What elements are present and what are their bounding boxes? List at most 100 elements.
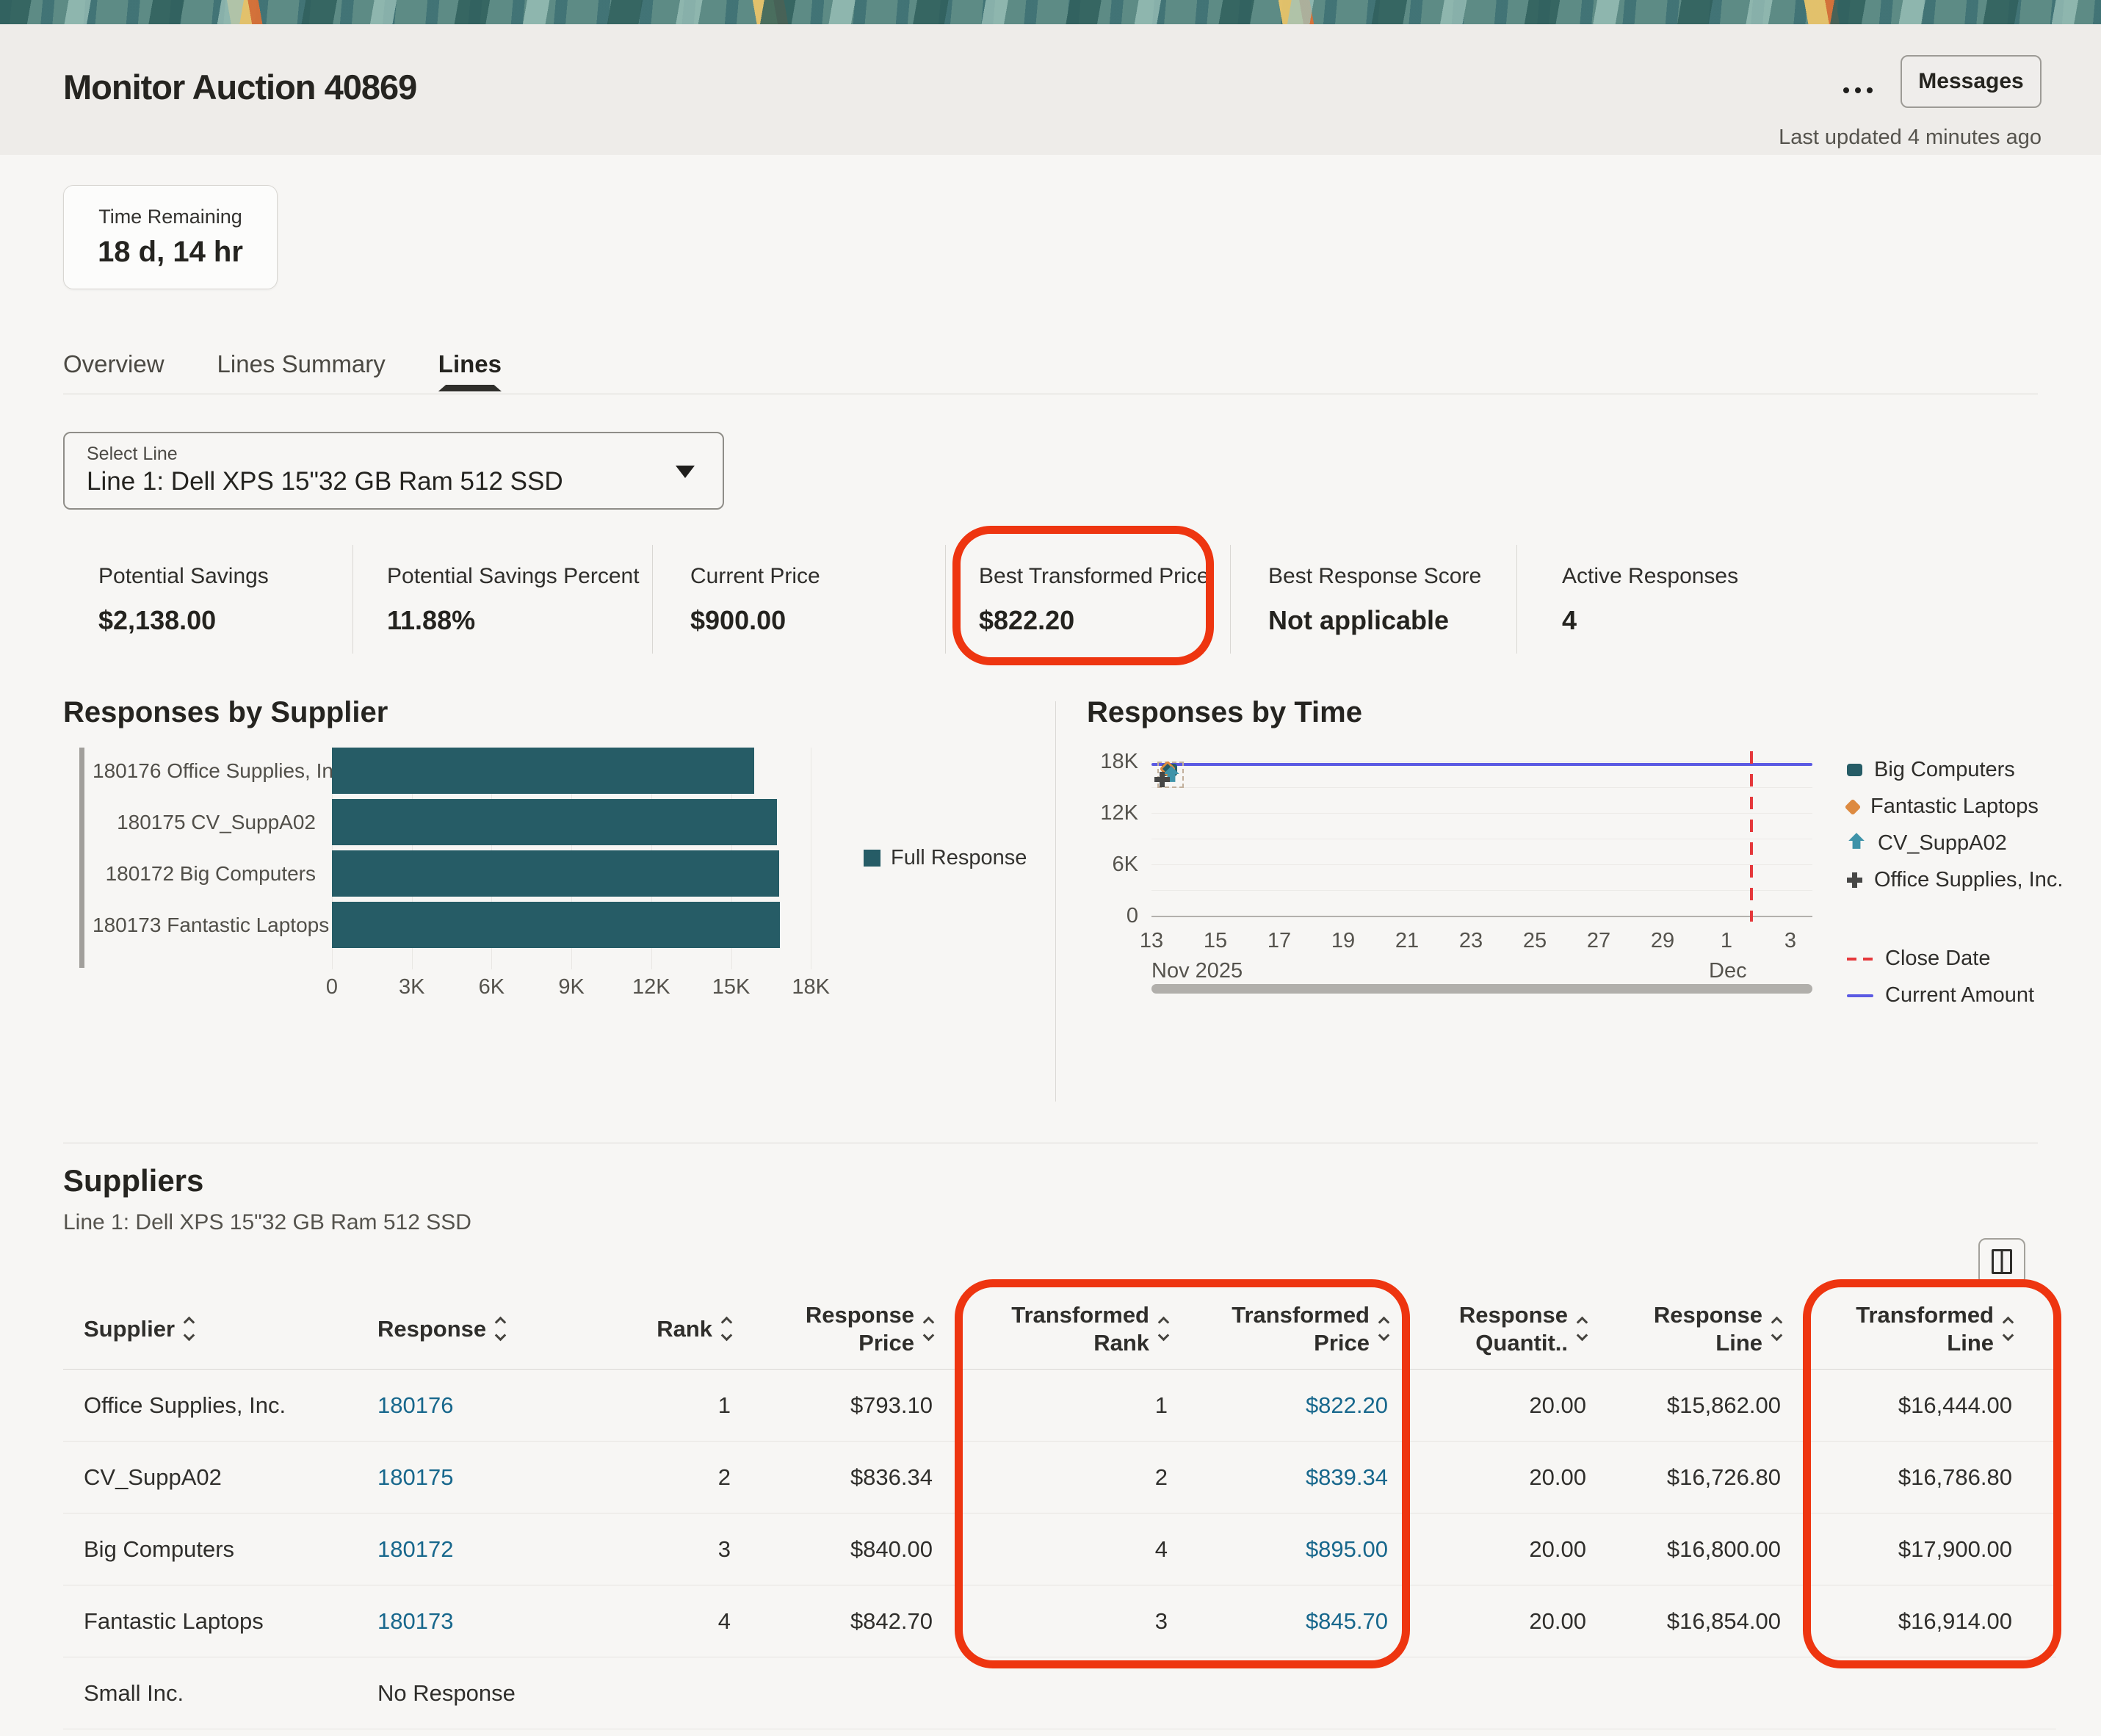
tab-active-indicator [217, 385, 386, 391]
time-chart-title: Responses by Time [1087, 696, 1362, 729]
cell-supplier: Small Inc. [63, 1680, 357, 1707]
kpi-label: Potential Savings [98, 564, 269, 589]
column-header-transformed_rank[interactable]: TransformedRank [955, 1301, 1190, 1357]
table-row: Small Inc.No Response [63, 1657, 2056, 1729]
kpi-potential-savings-percent: Potential Savings Percent11.88% [387, 564, 640, 636]
table-columns-icon [1992, 1249, 2012, 1274]
bar-chart-category-label: 180176 Office Supplies, Inc. [93, 748, 316, 794]
transformed_price-link[interactable]: $845.70 [1306, 1608, 1388, 1635]
column-header-response_line[interactable]: ResponseLine [1608, 1301, 1803, 1357]
sort-icon[interactable] [185, 1318, 193, 1339]
response-link[interactable]: 180176 [377, 1392, 453, 1419]
column-header-response_quantity[interactable]: ResponseQuantit.. [1410, 1301, 1608, 1357]
legend-item-fantastic-laptops: Fantastic Laptops [1847, 795, 2063, 819]
table-row: Fantastic Laptops1801734$842.703$845.702… [63, 1585, 2056, 1657]
select-line-label: Select Line [87, 444, 178, 465]
column-header-supplier[interactable]: Supplier [63, 1315, 357, 1343]
cell-response_price: $840.00 [753, 1536, 955, 1563]
transformed_price-link[interactable]: $839.34 [1306, 1464, 1388, 1491]
cell-response_quantity: 20.00 [1410, 1608, 1608, 1635]
sort-icon[interactable] [496, 1318, 505, 1339]
suppliers-subtitle: Line 1: Dell XPS 15"32 GB Ram 512 SSD [63, 1210, 471, 1235]
tab-lines-summary[interactable]: Lines Summary [217, 350, 386, 391]
manage-columns-button[interactable] [1978, 1238, 2025, 1285]
transformed_price-link[interactable]: $822.20 [1306, 1392, 1388, 1419]
tab-overview[interactable]: Overview [63, 350, 164, 391]
bar-chart-category-label: 180172 Big Computers [93, 850, 316, 897]
tab-lines[interactable]: Lines [438, 350, 502, 391]
kpi-label: Best Transformed Price [979, 564, 1209, 589]
time-chart-y-tick: 0 [1087, 904, 1138, 928]
cell-response: 180172 [357, 1536, 577, 1563]
sort-icon[interactable] [1160, 1318, 1168, 1339]
bar-180175 [332, 799, 777, 845]
messages-button[interactable]: Messages [1901, 55, 2042, 108]
decorative-banner [0, 0, 2101, 24]
legend-label: Close Date [1885, 947, 1990, 971]
diamond-marker-icon [1845, 798, 1862, 815]
time-chart-y-tick: 12K [1087, 801, 1138, 825]
current-amount-line [1151, 763, 1812, 766]
sort-icon[interactable] [1773, 1318, 1781, 1339]
kpi-value: $900.00 [690, 605, 820, 636]
cell-transformed_rank: 2 [955, 1464, 1190, 1491]
column-header-label: TransformedRank [1011, 1301, 1149, 1357]
column-header-transformed_price[interactable]: TransformedPrice [1190, 1301, 1410, 1357]
sort-icon[interactable] [1578, 1318, 1586, 1339]
bar-180176 [332, 748, 754, 794]
column-header-rank[interactable]: Rank [577, 1315, 753, 1343]
kpi-divider [945, 545, 946, 654]
select-line-dropdown[interactable]: Select Line Line 1: Dell XPS 15"32 GB Ra… [63, 432, 724, 510]
column-header-label: TransformedPrice [1232, 1301, 1370, 1357]
time-remaining-value: 18 d, 14 hr [98, 236, 243, 269]
page-header: Monitor Auction 40869 Messages Last upda… [0, 24, 2101, 155]
sort-icon[interactable] [925, 1318, 933, 1339]
sort-icon[interactable] [2004, 1318, 2012, 1339]
tab-label: Overview [63, 350, 164, 379]
cell-response_quantity: 20.00 [1410, 1536, 1608, 1563]
cell-response_price: $793.10 [753, 1392, 955, 1419]
responses-by-time-chart: Responses by Time 18K12K6K01315171921232… [1087, 690, 2101, 1146]
kpi-row: Potential Savings$2,138.00Potential Savi… [63, 545, 2038, 655]
cell-transformed_rank: 3 [955, 1608, 1190, 1635]
response-link[interactable]: 180175 [377, 1464, 453, 1491]
transformed_price-link[interactable]: $895.00 [1306, 1536, 1388, 1563]
column-header-label: Rank [657, 1315, 712, 1343]
column-header-transformed_line[interactable]: TransformedLine [1803, 1301, 2056, 1357]
response-link[interactable]: 180172 [377, 1536, 453, 1563]
time-chart-gridline [1151, 864, 1812, 865]
cell-transformed_rank: 4 [955, 1536, 1190, 1563]
sort-icon[interactable] [1380, 1318, 1388, 1339]
kpi-divider [652, 545, 653, 654]
column-header-response[interactable]: Response [357, 1315, 577, 1343]
time-chart-x-tick: 29 [1641, 929, 1685, 953]
time-chart-x-tick: 1 [1704, 929, 1749, 953]
table-header-row: Supplier Response Rank ResponsePrice Transfo… [63, 1289, 2056, 1370]
column-header-response_price[interactable]: ResponsePrice [753, 1301, 955, 1357]
column-header-label: ResponsePrice [806, 1301, 914, 1357]
time-chart-gridline [1151, 787, 1812, 788]
response-link[interactable]: 180173 [377, 1608, 453, 1635]
more-actions-button[interactable] [1832, 70, 1884, 111]
bar-180172 [332, 850, 779, 897]
bar-chart-x-tick: 15K [702, 975, 761, 999]
cell-supplier: Fantastic Laptops [63, 1608, 357, 1635]
table-row: CV_SuppA021801752$836.342$839.3420.00$16… [63, 1442, 2056, 1513]
column-header-label: Response [377, 1315, 486, 1343]
dash-marker-icon [1847, 958, 1873, 961]
time-remaining-label: Time Remaining [98, 206, 242, 228]
time-remaining-card: Time Remaining 18 d, 14 hr [63, 185, 278, 289]
cell-response_price: $842.70 [753, 1608, 955, 1635]
kpi-divider [1516, 545, 1517, 654]
cell-transformed_price: $895.00 [1190, 1536, 1410, 1563]
cell-supplier: CV_SuppA02 [63, 1464, 357, 1491]
sort-icon[interactable] [723, 1318, 731, 1339]
time-chart-legend: Big ComputersFantastic LaptopsCV_SuppA02… [1847, 758, 2063, 1008]
last-updated-text: Last updated 4 minutes ago [1779, 126, 2042, 150]
bar-chart-x-tick: 3K [383, 975, 441, 999]
tab-label: Lines [438, 350, 502, 379]
cell-response: No Response [357, 1680, 577, 1707]
bar-chart-category-label: 180173 Fantastic Laptops [93, 902, 316, 948]
time-chart-scrollbar[interactable] [1151, 984, 1812, 994]
cell-transformed_line: $16,444.00 [1803, 1392, 2056, 1419]
